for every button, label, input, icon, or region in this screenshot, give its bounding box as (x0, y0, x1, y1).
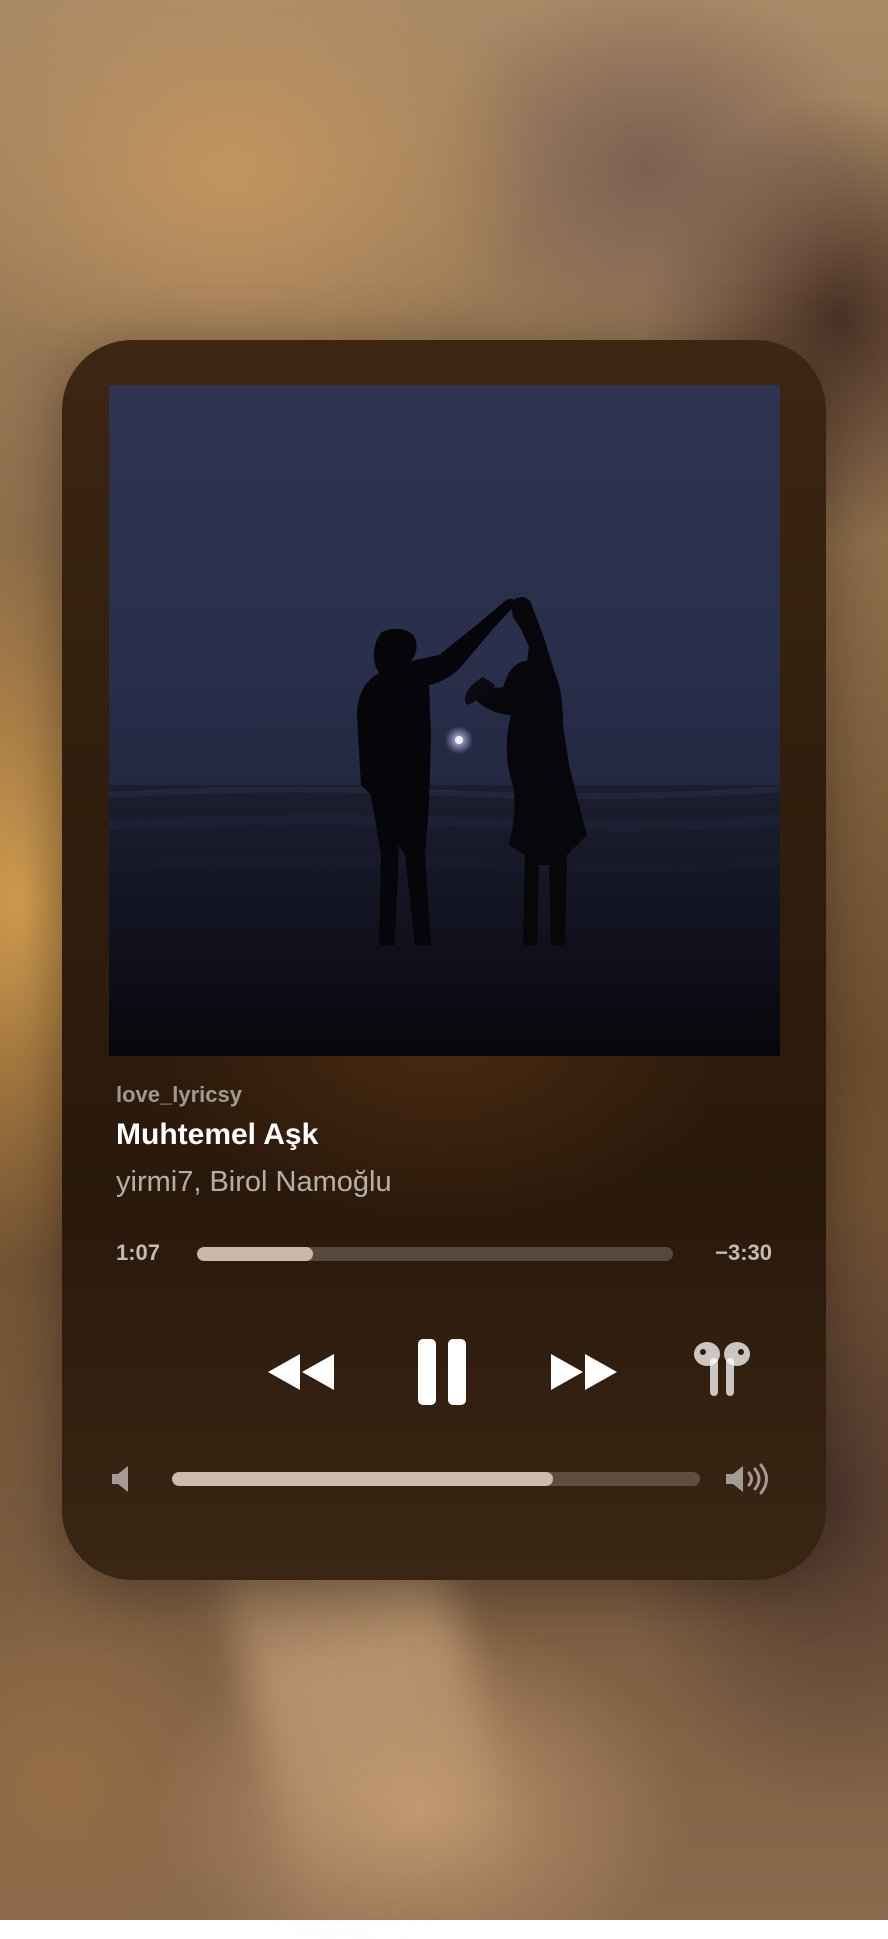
speaker-high-icon (726, 1463, 768, 1495)
playback-scrubber[interactable] (197, 1247, 673, 1261)
fast-forward-icon (551, 1354, 617, 1390)
volume-slider[interactable] (172, 1472, 700, 1486)
volume-up-button[interactable] (722, 1460, 774, 1498)
airpods-icon (694, 1342, 750, 1396)
fast-forward-button[interactable] (547, 1342, 623, 1402)
source-label: love_lyricsy (116, 1082, 242, 1107)
track-title: Muhtemel Aşk (116, 1118, 319, 1151)
volume-level-fill (172, 1472, 554, 1486)
album-artwork[interactable] (109, 385, 780, 1056)
media-player-card: love_lyricsy Muhtemel Aşk yirmi7, Birol … (62, 340, 826, 1580)
audio-output-button[interactable] (690, 1336, 754, 1408)
volume-down-button[interactable] (106, 1462, 138, 1496)
playback-progress-fill (197, 1247, 314, 1261)
elapsed-time: 1:07 (116, 1240, 161, 1265)
pause-icon (418, 1339, 466, 1405)
album-artwork-image (109, 597, 780, 1056)
remaining-time: −3:30 (715, 1240, 772, 1265)
pause-button[interactable] (410, 1334, 474, 1410)
speaker-low-icon (112, 1466, 128, 1492)
track-artist: yirmi7, Birol Namoğlu (116, 1166, 392, 1198)
rewind-button[interactable] (262, 1342, 338, 1402)
rewind-icon (268, 1354, 334, 1390)
